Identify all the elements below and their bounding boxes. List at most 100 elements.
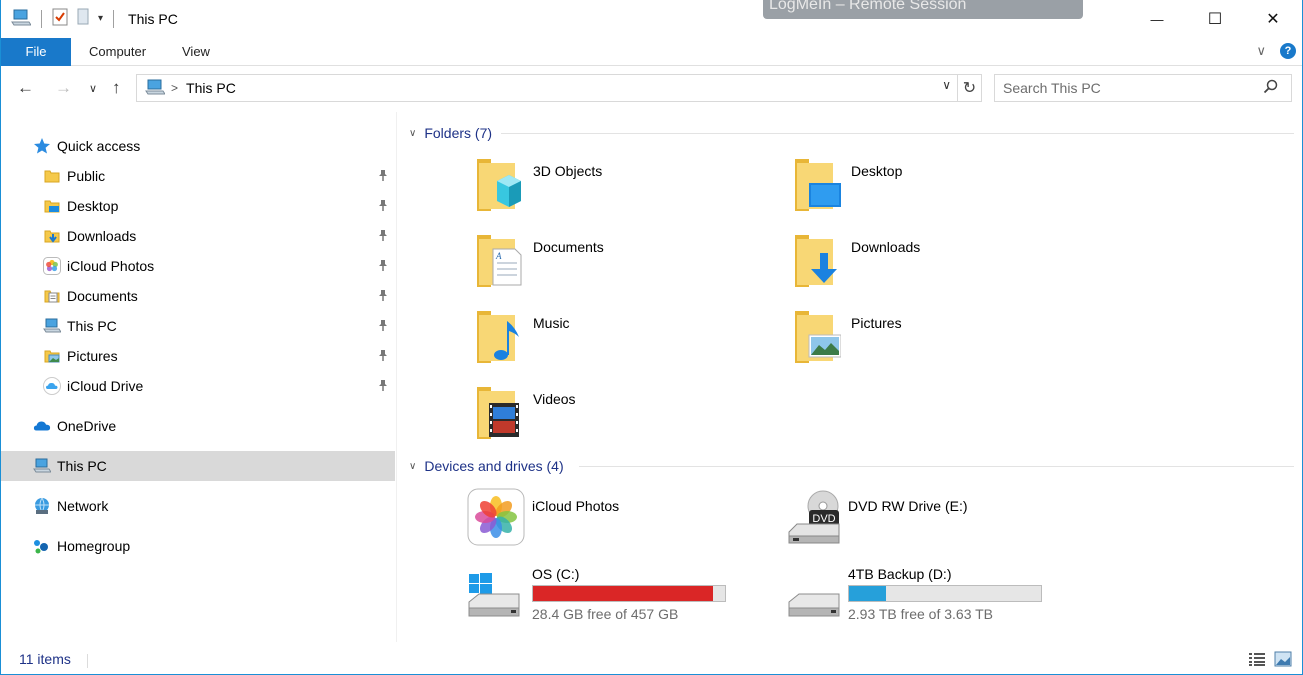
recent-locations-chevron-icon[interactable]: ∨ [89, 82, 97, 95]
address-dropdown-icon[interactable]: ∨ [942, 78, 951, 92]
customize-qat-icon[interactable]: ▾ [98, 13, 103, 24]
search-icon[interactable] [1263, 79, 1279, 98]
folder-tile-desktop[interactable]: Desktop [787, 155, 1087, 225]
pin-icon[interactable] [377, 259, 389, 275]
breadcrumb-chevron-icon[interactable]: > [171, 81, 178, 95]
sidebar-item-homegroup[interactable]: Homegroup [1, 531, 395, 561]
folder-tile-documents[interactable]: A Documents [469, 231, 769, 301]
3d-objects-folder-icon [469, 155, 523, 215]
pin-icon[interactable] [377, 289, 389, 305]
sidebar-item-downloads[interactable]: Downloads [1, 221, 395, 251]
sidebar-item-label: Public [67, 168, 106, 184]
sidebar-item-desktop[interactable]: Desktop [1, 191, 395, 221]
devices-group-header[interactable]: ∨ Devices and drives (4) [409, 456, 564, 476]
sidebar-item-onedrive[interactable]: OneDrive [1, 411, 395, 441]
sidebar-item-label: Quick access [57, 138, 141, 154]
sidebar-item-label: This PC [57, 458, 107, 474]
device-tile-os-c[interactable]: OS (C:) 28.4 GB free of 457 GB [467, 566, 767, 638]
pin-icon[interactable] [377, 229, 389, 245]
maximize-button[interactable]: ☐ [1186, 0, 1244, 38]
tab-computer[interactable]: Computer [89, 38, 146, 66]
details-view-icon[interactable] [1248, 651, 1266, 670]
chevron-down-icon[interactable]: ∨ [409, 128, 416, 139]
title-bar: ▾ This PC LogMeIn – Remote Session — ☐ ✕ [1, 0, 1302, 38]
up-arrow-icon[interactable]: ↑ [112, 78, 121, 98]
navigation-bar: ← → ∨ ↑ > This PC ∨ ↻ [1, 72, 1302, 104]
address-bar[interactable]: > This PC ∨ ↻ [136, 74, 982, 102]
device-tile-icloud-photos[interactable]: iCloud Photos [467, 488, 767, 558]
device-tile-dvd-drive[interactable]: DVD DVD RW Drive (E:) [787, 488, 1087, 558]
close-button[interactable]: ✕ [1244, 0, 1302, 38]
hard-drive-icon [787, 568, 841, 628]
videos-folder-icon [469, 383, 523, 443]
ribbon-tabs: File Computer View ∨ ? [1, 38, 1302, 66]
ribbon-right-controls: ∨ ? [1256, 43, 1296, 59]
status-separator [87, 654, 88, 668]
network-icon [33, 497, 51, 515]
large-icons-view-icon[interactable] [1274, 651, 1292, 670]
sidebar-item-quick-access[interactable]: Quick access [1, 131, 395, 161]
documents-folder-icon [43, 287, 61, 305]
pin-icon[interactable] [377, 199, 389, 215]
device-label: DVD RW Drive (E:) [848, 498, 968, 514]
pin-icon[interactable] [377, 319, 389, 335]
folder-label: Music [533, 315, 570, 331]
pin-icon[interactable] [377, 169, 389, 185]
pin-icon[interactable] [377, 349, 389, 365]
computer-icon [145, 79, 166, 98]
icloud-photos-icon [43, 257, 61, 275]
expand-ribbon-icon[interactable]: ∨ [1256, 43, 1266, 59]
folder-tile-videos[interactable]: Videos [469, 383, 769, 453]
new-folder-icon[interactable] [76, 8, 90, 29]
pin-icon[interactable] [377, 379, 389, 395]
folders-group-header[interactable]: ∨ Folders (7) [409, 123, 492, 143]
search-input[interactable] [995, 75, 1255, 101]
logmein-overlay: LogMeIn – Remote Session [763, 0, 1083, 19]
sidebar-item-documents[interactable]: Documents [1, 281, 395, 311]
refresh-icon[interactable]: ↻ [957, 75, 981, 101]
group-divider [579, 466, 1294, 467]
dvd-drive-icon: DVD [787, 488, 841, 548]
folder-tile-downloads[interactable]: Downloads [787, 231, 1087, 301]
search-box[interactable] [994, 74, 1292, 102]
folder-label: Documents [533, 239, 604, 255]
pictures-folder-icon [787, 307, 842, 367]
sidebar-item-label: Homegroup [57, 538, 131, 554]
downloads-folder-icon [43, 227, 61, 245]
sidebar-item-label: iCloud Photos [67, 258, 155, 274]
sidebar-item-this-pc[interactable]: This PC [1, 451, 395, 481]
computer-icon [33, 457, 51, 475]
device-tile-backup-d[interactable]: 4TB Backup (D:) 2.93 TB free of 3.63 TB [787, 566, 1087, 638]
sidebar-item-pictures[interactable]: Pictures [1, 341, 395, 371]
onedrive-icon [33, 417, 51, 435]
sidebar-item-public[interactable]: Public [1, 161, 395, 191]
desktop-folder-icon [43, 197, 61, 215]
tab-view[interactable]: View [182, 38, 210, 66]
breadcrumb-this-pc[interactable]: This PC [186, 80, 236, 96]
drive-free-space: 2.93 TB free of 3.63 TB [848, 606, 994, 622]
device-label: iCloud Photos [532, 498, 620, 514]
sidebar-item-icloud-drive[interactable]: iCloud Drive [1, 371, 395, 401]
item-count: 11 items [19, 651, 71, 667]
back-arrow-icon[interactable]: ← [17, 78, 34, 98]
downloads-folder-icon [787, 231, 841, 291]
sidebar-item-icloud-photos[interactable]: iCloud Photos [1, 251, 395, 281]
tab-file[interactable]: File [1, 38, 71, 66]
logmein-overlay-text: LogMeIn – Remote Session [769, 0, 967, 13]
qat-separator [41, 9, 42, 28]
sidebar-item-label: Downloads [67, 228, 137, 244]
properties-icon[interactable] [52, 8, 68, 29]
folder-label: Downloads [851, 239, 921, 255]
sidebar-item-network[interactable]: Network [1, 491, 395, 521]
group-divider [501, 133, 1294, 134]
help-button[interactable]: ? [1280, 43, 1296, 59]
minimize-button[interactable]: — [1128, 0, 1186, 38]
chevron-down-icon[interactable]: ∨ [409, 461, 416, 472]
folder-tile-music[interactable]: Music [469, 307, 769, 377]
forward-arrow-icon[interactable]: → [55, 78, 72, 98]
folder-tile-3d-objects[interactable]: 3D Objects [469, 155, 769, 225]
icloud-photos-icon [467, 488, 525, 548]
folder-tile-pictures[interactable]: Pictures [787, 307, 1087, 377]
svg-text:A: A [495, 251, 502, 261]
sidebar-item-this-pc-pinned[interactable]: This PC [1, 311, 395, 341]
